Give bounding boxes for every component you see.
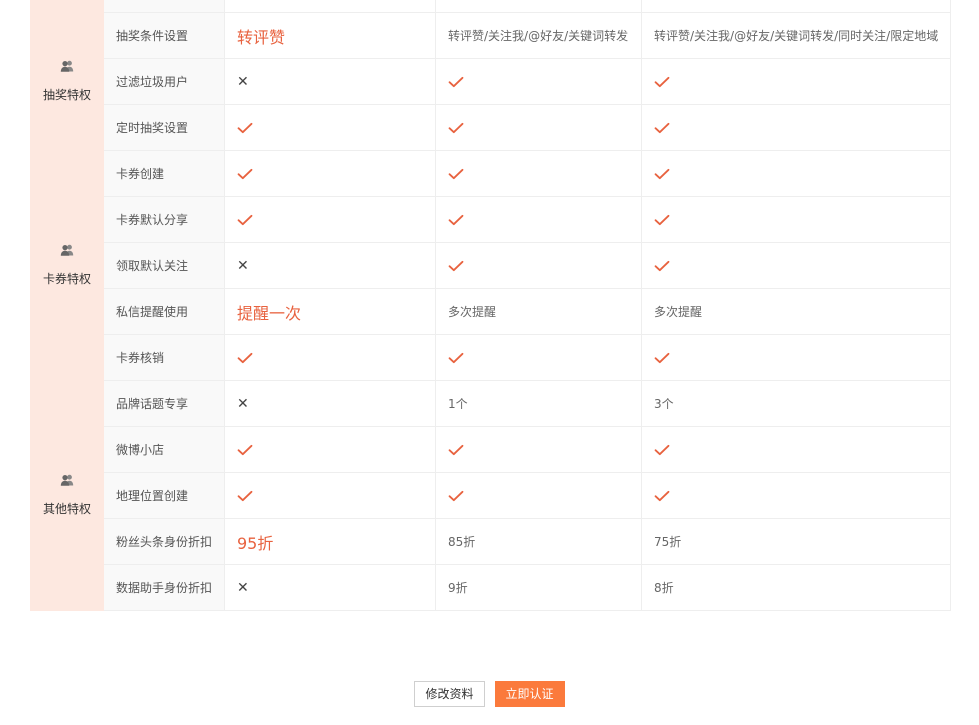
table-row: 卡券默认分享 [31,196,951,243]
table-row: 卡券特权 卡券创建 [30,150,951,381]
edit-profile-button[interactable]: 修改资料 [414,681,485,707]
feature-label: 微博小店 [103,426,225,473]
table-row: 卡券核销 [31,334,951,381]
check-icon [224,104,436,151]
plan-value: 3个 [641,380,951,427]
plan-value: 85折 [435,518,642,565]
table-row: 定时抽奖设置 [31,104,951,151]
check-icon [435,150,642,197]
check-icon [641,242,951,289]
cross-icon: ✕ [224,380,436,427]
feature-label: 过滤垃圾用户 [103,58,225,105]
highlight-value: 提醒一次 [224,288,436,335]
check-icon [435,334,642,381]
users-icon [60,474,74,486]
table-row: 粉丝头条身份折扣 95折 85折 75折 [31,518,951,565]
feature-label: 私信提醒使用 [103,288,225,335]
check-icon [224,472,436,519]
check-icon [224,196,436,243]
check-icon [435,426,642,473]
highlight-value: 95折 [224,518,436,565]
table-row: 其他特权 品牌话题专享 ✕ 1个 3个 [30,380,951,611]
category-label: 其他特权 [42,502,91,516]
feature-label: 数据助手身份折扣 [103,564,225,611]
table-row: 抽奖特权 抽奖条件设置 转评赞 转评赞/关注我/@好友/关键词转发 转评赞/关注我/@好… [30,12,951,151]
check-icon [435,242,642,289]
plan-value: 转评赞/关注我/@好友/关键词转发 [435,12,642,59]
feature-label: 品牌话题专享 [103,380,225,427]
table-row: 私信提醒使用 提醒一次 多次提醒 多次提醒 [31,288,951,335]
users-icon [60,60,74,72]
plan-value: 8折 [641,564,951,611]
category-label: 卡券特权 [42,272,91,286]
feature-label: 粉丝头条身份折扣 [103,518,225,565]
table-row: 数据助手身份折扣 ✕ 9折 8折 [31,564,951,611]
plan-value: 转评赞/关注我/@好友/关键词转发/同时关注/限定地域 [641,12,951,59]
highlight-value: 转评赞 [224,12,436,59]
action-bar: 修改资料 立即认证 [0,681,979,707]
check-icon [641,58,951,105]
cross-icon: ✕ [224,242,436,289]
check-icon [641,472,951,519]
feature-label: 定时抽奖设置 [103,104,225,151]
check-icon [435,196,642,243]
category-cell: 其他特权 [30,380,104,611]
check-icon [641,150,951,197]
check-icon [435,58,642,105]
users-icon [60,244,74,256]
feature-label: 卡券默认分享 [103,196,225,243]
cross-icon: ✕ [224,58,436,105]
check-icon [224,334,436,381]
plan-value: 75折 [641,518,951,565]
privilege-comparison-table: 抽奖特权 抽奖条件设置 转评赞 转评赞/关注我/@好友/关键词转发 转评赞/关注我/@好… [30,0,951,611]
table-row: 过滤垃圾用户 ✕ [31,58,951,105]
feature-label: 抽奖条件设置 [103,12,225,59]
plan-value: 多次提醒 [641,288,951,335]
cross-icon: ✕ [224,564,436,611]
table-row-partial [30,0,951,13]
table-row: 领取默认关注 ✕ [31,242,951,289]
category-label: 抽奖特权 [42,88,91,102]
table-row: 地理位置创建 [31,472,951,519]
plan-value: 9折 [435,564,642,611]
feature-label: 卡券创建 [103,150,225,197]
table-row: 微博小店 [31,426,951,473]
check-icon [435,104,642,151]
feature-label: 卡券核销 [103,334,225,381]
plan-value: 1个 [435,380,642,427]
check-icon [435,472,642,519]
check-icon [224,426,436,473]
check-icon [641,334,951,381]
check-icon [641,426,951,473]
category-cell: 卡券特权 [30,150,104,381]
check-icon [641,104,951,151]
feature-label: 地理位置创建 [103,472,225,519]
check-icon [224,150,436,197]
plan-value: 多次提醒 [435,288,642,335]
check-icon [641,196,951,243]
category-cell: 抽奖特权 [30,12,104,151]
certify-now-button[interactable]: 立即认证 [494,681,565,707]
feature-label: 领取默认关注 [103,242,225,289]
